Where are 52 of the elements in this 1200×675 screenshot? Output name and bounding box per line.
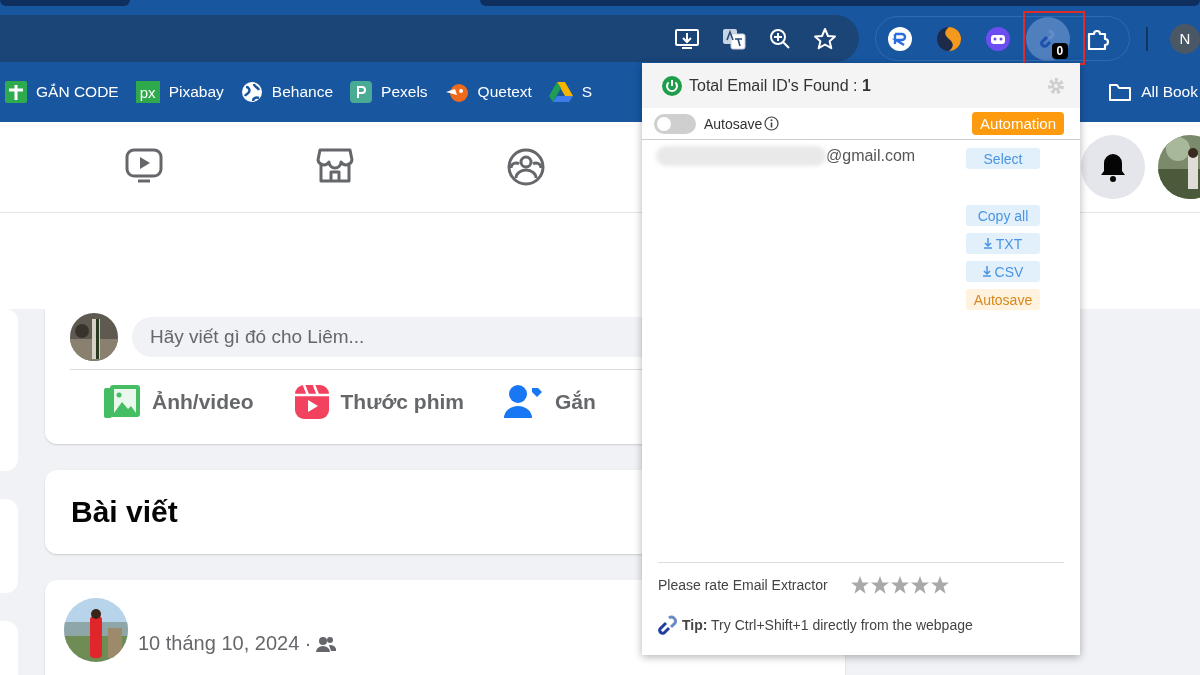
- pixabay-logo: px: [135, 81, 160, 103]
- store-icon[interactable]: [316, 148, 354, 184]
- bookmark-folder[interactable]: All Book: [1108, 82, 1198, 102]
- bookmark[interactable]: Pexels: [350, 81, 428, 103]
- toggle-label: Autosave: [704, 115, 763, 132]
- composer-action[interactable]: Thước phim: [293, 384, 464, 420]
- bookmark[interactable]: GẮN CODE: [5, 81, 119, 103]
- star-icon[interactable]: [909, 575, 930, 595]
- bell-icon: [1099, 152, 1127, 182]
- star-icon[interactable]: [929, 575, 950, 595]
- star-icon[interactable]: [813, 26, 838, 51]
- bookmark[interactable]: Behance: [240, 81, 334, 103]
- extension-icon[interactable]: [887, 25, 914, 52]
- video-icon[interactable]: [125, 148, 163, 184]
- star-icon[interactable]: [889, 575, 910, 595]
- translate-icon[interactable]: [721, 26, 748, 51]
- photo-icon: [103, 384, 141, 420]
- robot-icon[interactable]: [985, 25, 1012, 52]
- rate-prompt: Please rate Email Extractor: [658, 577, 828, 593]
- count-badge: 0: [1051, 42, 1069, 59]
- plus-icon: [5, 81, 27, 103]
- tag-person-icon: [504, 384, 544, 420]
- post-date: 10 tháng 10, 2024 ·: [138, 632, 312, 655]
- email-address: @gmail.com: [826, 147, 916, 165]
- found-count-title: Total Email ID's Found : 1: [689, 76, 871, 95]
- extension-icon[interactable]: [936, 25, 963, 52]
- star-icon[interactable]: [849, 575, 870, 595]
- reel-icon: [293, 384, 330, 420]
- friends-icon: [316, 635, 337, 652]
- tip-text: Tip: Try Ctrl+Shift+1 directly from the webpage: [682, 617, 973, 633]
- profile-button[interactable]: N: [1170, 23, 1200, 54]
- download-icon: [983, 238, 992, 249]
- link-icon: [656, 615, 678, 635]
- star-icon[interactable]: [869, 575, 890, 595]
- install-icon[interactable]: [674, 26, 701, 51]
- drive-icon: [548, 81, 573, 103]
- extension-button[interactable]: 0: [1026, 16, 1071, 61]
- folder-icon: [1108, 82, 1133, 102]
- bookmark[interactable]: Quetext: [444, 81, 532, 103]
- composer-action[interactable]: Gắn: [504, 384, 596, 420]
- info-icon[interactable]: [764, 116, 780, 131]
- bookmark[interactable]: S: [548, 81, 593, 103]
- section-title: Bài viết: [71, 495, 178, 529]
- star-rating[interactable]: [849, 575, 950, 595]
- power-icon: [662, 75, 682, 96]
- group-icon[interactable]: [507, 148, 545, 186]
- autosave-toggle[interactable]: [654, 113, 696, 134]
- download-icon: [982, 266, 991, 277]
- bookmark[interactable]: px Pixabay: [135, 81, 224, 103]
- composer-action[interactable]: Ảnh/video: [103, 384, 254, 420]
- pexels-icon: [350, 81, 373, 103]
- globe-icon: [240, 81, 263, 103]
